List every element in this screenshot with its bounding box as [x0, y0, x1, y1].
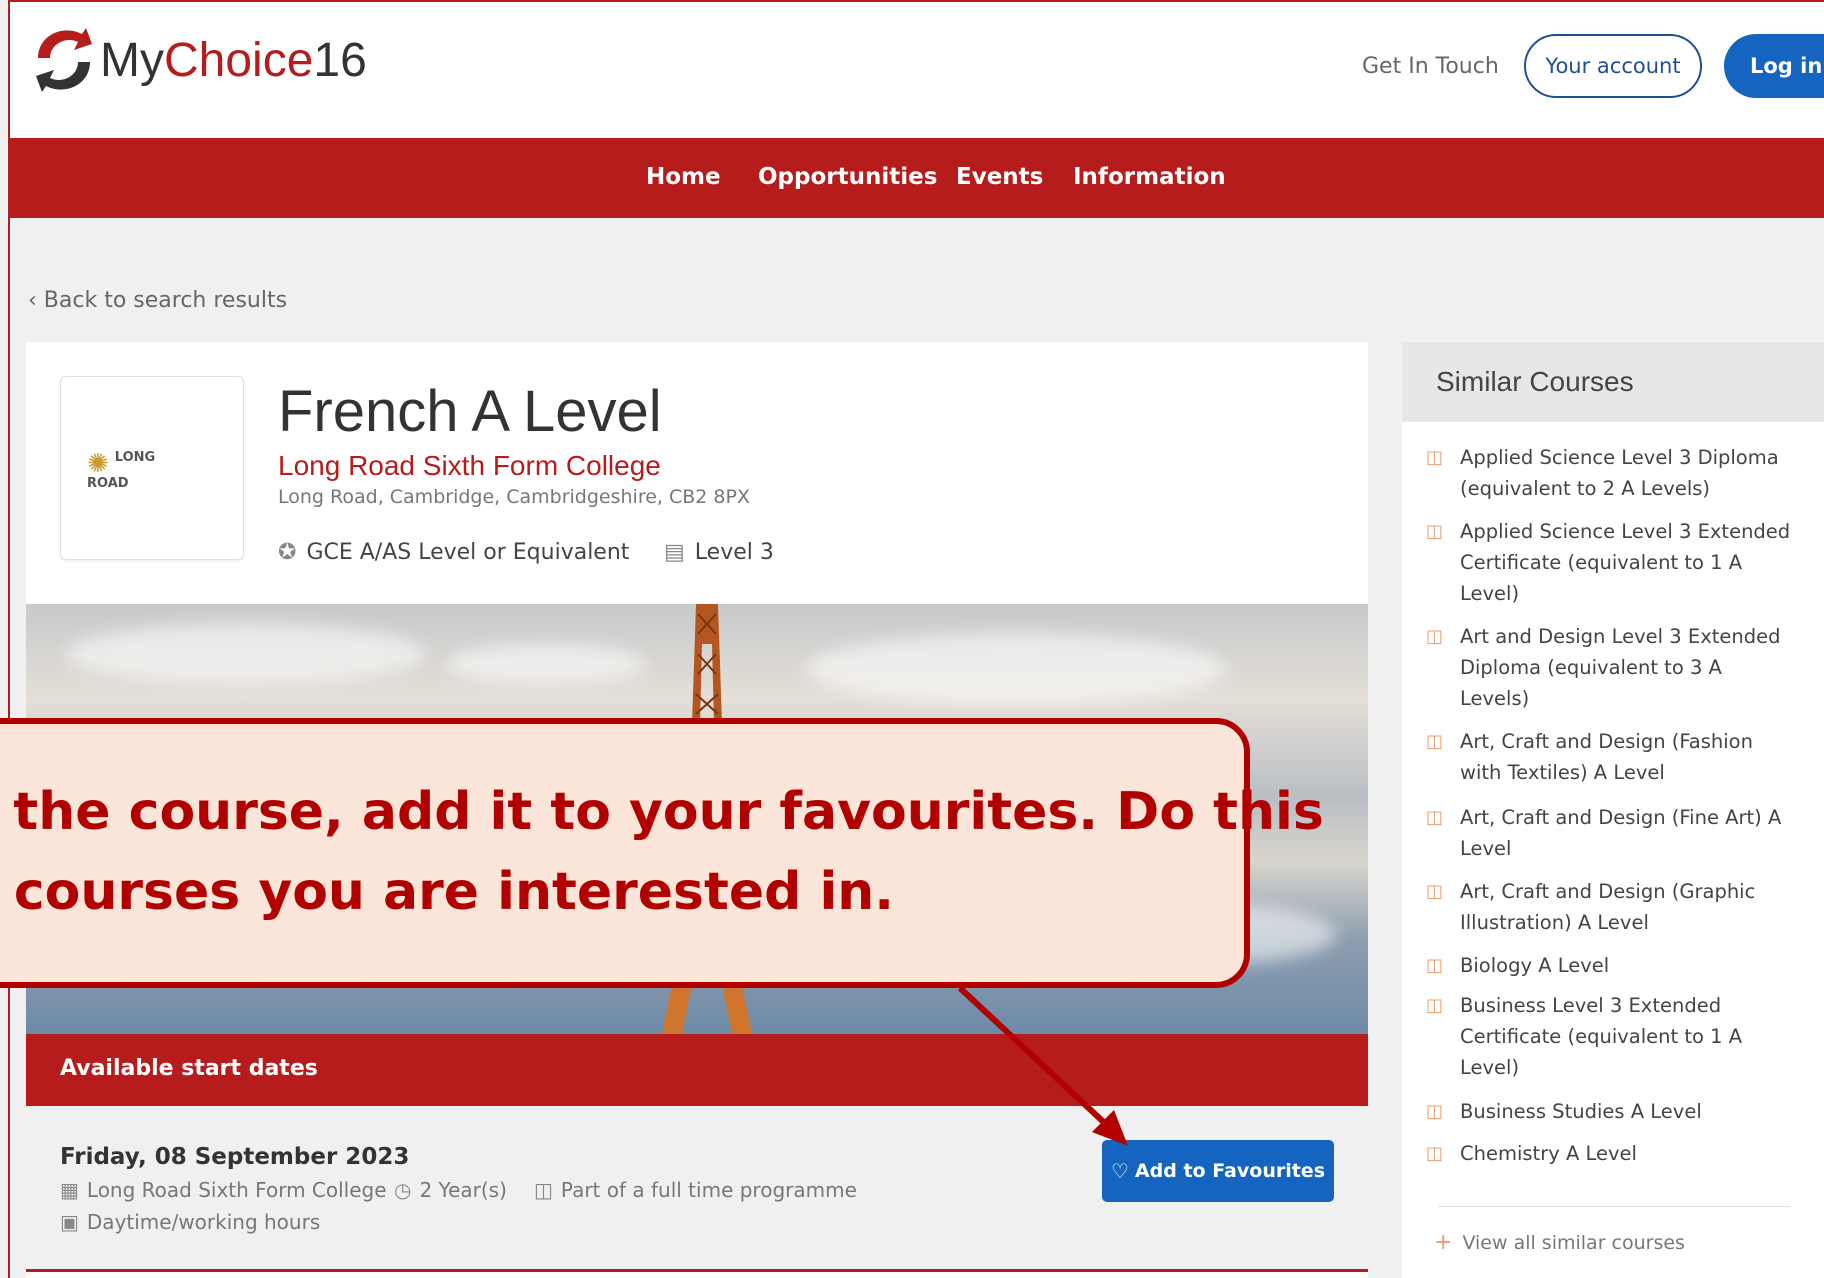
callout-line-2: o courses you are interested in.: [0, 862, 895, 922]
logo-line-1: LONG: [114, 450, 156, 465]
view-all-label: View all similar courses: [1462, 1232, 1685, 1254]
similar-course-item[interactable]: ◫ Art, Craft and Design (Fashion with Tex…: [1426, 726, 1796, 788]
nav-item-opportunities[interactable]: Opportunities: [758, 164, 937, 190]
location-meta: ▦ Long Road Sixth Form College: [60, 1178, 387, 1202]
college-name-link[interactable]: Long Road Sixth Form College: [278, 450, 661, 482]
similar-courses-title: Similar Courses: [1436, 366, 1634, 397]
hours-label: Daytime/working hours: [86, 1210, 321, 1234]
instruction-callout: e the course, add it to your favourites.…: [0, 718, 1324, 988]
book-icon: ◫: [1426, 955, 1444, 976]
calendar-icon: ▣: [60, 1210, 79, 1234]
callout-line-1: e the course, add it to your favourites.…: [0, 782, 1324, 842]
similar-course-item[interactable]: ◫ Business Studies A Level: [1426, 1096, 1796, 1127]
book-icon: ◫: [1426, 1143, 1444, 1164]
duration-meta: ◷ 2 Year(s): [394, 1178, 507, 1202]
add-to-favourites-button[interactable]: ♡ Add to Favourites: [1102, 1140, 1334, 1202]
similar-course-item[interactable]: ◫ Art, Craft and Design (Graphic Illustra…: [1426, 876, 1796, 938]
college-logo: ✺ LONG ROAD: [60, 376, 244, 560]
plus-icon: +: [1434, 1230, 1453, 1255]
similar-course-item[interactable]: ◫ Applied Science Level 3 Diploma (equiva…: [1426, 442, 1796, 504]
book-icon: ◫: [1426, 731, 1444, 752]
qualification-meta: ✪ GCE A/AS Level or Equivalent: [278, 540, 629, 565]
course-title: French A Level: [278, 379, 662, 444]
book-icon: ◫: [1426, 1101, 1444, 1122]
college-address: Long Road, Cambridge, Cambridgeshire, CB…: [278, 486, 750, 508]
book-icon: ◫: [1426, 995, 1444, 1016]
log-in-button[interactable]: Log in: [1724, 34, 1824, 98]
back-link-label: Back to search results: [43, 288, 288, 313]
book-icon: ◫: [534, 1178, 553, 1202]
programme-label: Part of a full time programme: [560, 1178, 857, 1202]
award-icon: ✪: [278, 540, 297, 565]
similar-course-item[interactable]: ◫ Art, Craft and Design (Fine Art) A Leve…: [1426, 802, 1796, 864]
get-in-touch-link[interactable]: Get In Touch: [1362, 54, 1499, 79]
hours-meta: ▣ Daytime/working hours: [60, 1210, 320, 1234]
similar-course-item[interactable]: ◫ Business Level 3 Extended Certificate (…: [1426, 990, 1796, 1083]
start-date: Friday, 08 September 2023: [60, 1144, 410, 1170]
location-label: Long Road Sixth Form College: [86, 1178, 387, 1202]
building-icon: ▦: [60, 1178, 79, 1202]
book-icon: ◫: [1426, 807, 1444, 828]
add-to-favourites-label: Add to Favourites: [1134, 1160, 1326, 1182]
book-icon: ◫: [1426, 626, 1444, 647]
logo-wordmark: MyChoice16: [100, 33, 367, 87]
book-icon: ◫: [1426, 521, 1444, 542]
similar-course-item[interactable]: ◫ Art and Design Level 3 Extended Diploma…: [1426, 621, 1796, 714]
level-label: Level 3: [694, 540, 774, 565]
duration-label: 2 Year(s): [419, 1178, 507, 1202]
clock-icon: ◷: [394, 1178, 412, 1202]
similar-course-item[interactable]: ◫ Biology A Level: [1426, 950, 1796, 981]
book-icon: ◫: [1426, 881, 1444, 902]
site-logo[interactable]: MyChoice16: [32, 24, 367, 96]
start-dates-header: Available start dates: [26, 1034, 1368, 1106]
similar-course-item[interactable]: ◫ Chemistry A Level: [1426, 1138, 1796, 1169]
flower-icon: ✺: [87, 449, 109, 479]
qualification-label: GCE A/AS Level or Equivalent: [306, 540, 630, 565]
nav-item-events[interactable]: Events: [956, 164, 1043, 190]
nav-item-home[interactable]: Home: [646, 164, 721, 190]
start-dates-title: Available start dates: [60, 1056, 318, 1081]
swirl-arrows-logo-icon: [36, 28, 92, 92]
book-icon: ◫: [1426, 447, 1444, 468]
back-to-search-link[interactable]: ‹ Back to search results: [28, 288, 287, 313]
similar-course-item[interactable]: ◫ Applied Science Level 3 Extended Certif…: [1426, 516, 1796, 609]
programme-meta: ◫ Part of a full time programme: [534, 1178, 857, 1202]
logo-line-2: ROAD: [87, 476, 129, 491]
sidebar-divider: [1438, 1206, 1790, 1207]
level-meta: ▤ Level 3: [664, 540, 774, 565]
nav-item-information[interactable]: Information: [1073, 164, 1226, 190]
your-account-button[interactable]: Your account: [1524, 34, 1702, 98]
main-nav: Home Opportunities Events Information: [10, 138, 1824, 218]
heart-icon: ♡: [1110, 1159, 1129, 1183]
site-header: MyChoice16 Get In Touch Your account Log…: [10, 2, 1824, 138]
chevron-left-icon: ‹: [28, 288, 44, 313]
view-all-similar-link[interactable]: + View all similar courses: [1434, 1230, 1685, 1255]
college-logo-mark: ✺ LONG ROAD: [87, 451, 155, 490]
similar-courses-header: Similar Courses: [1402, 342, 1824, 422]
document-icon: ▤: [664, 540, 685, 565]
